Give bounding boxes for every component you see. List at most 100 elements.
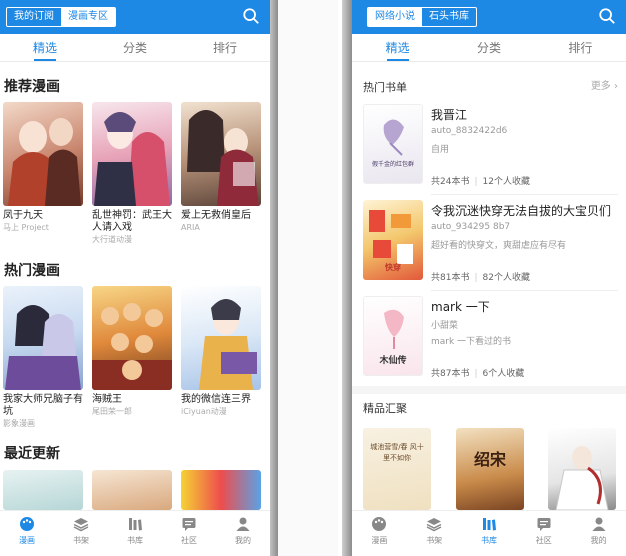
nav-label: 我的 — [590, 536, 607, 545]
cover-text: 假千金的红包群 — [371, 161, 414, 168]
booklist-user: 小甜菜 — [431, 321, 459, 331]
nav-bookshelf[interactable]: 书架 — [54, 511, 108, 556]
comic-title: 爱上无救俏皇后 — [181, 210, 251, 221]
booklist-desc: 超好看的快穿文，爽甜虐应有尽有 — [431, 241, 567, 251]
comic-card[interactable] — [181, 470, 261, 510]
booklist-meta: 共87本书 | 6个人收藏 — [431, 369, 525, 379]
segment-web-novels[interactable]: 网络小说 — [368, 8, 422, 26]
phone-bezel-right — [342, 0, 352, 556]
device-gap — [278, 0, 338, 556]
search-icon[interactable] — [598, 7, 616, 25]
booklist-title: 我晋江 — [431, 108, 468, 122]
cover-text: 城池营雪/春 风十里不如你 — [370, 443, 424, 462]
comic-cover — [92, 470, 172, 510]
comic-card[interactable]: 爱上无救俏皇后 ARIA — [181, 102, 261, 233]
nav-me[interactable]: 我的 — [571, 511, 626, 556]
nav-label: 书库 — [127, 536, 143, 545]
booklist-desc: mark 一下看过的书 — [431, 337, 512, 347]
comics-screen: 我的订阅 漫画专区 精选 分类 排行 推荐漫画 凤于九天 马上 Project … — [0, 0, 270, 556]
nav-label: 漫画 — [19, 536, 35, 545]
comic-author: 影象漫画 — [3, 419, 35, 428]
chat-icon — [537, 518, 551, 531]
comic-title: 海贼王 — [92, 394, 122, 405]
booklist-cover: 木仙传 — [363, 296, 423, 376]
tab-category[interactable]: 分类 — [443, 34, 534, 61]
book-count: 共87本书 — [431, 369, 470, 379]
library-icon — [482, 518, 496, 531]
booklist-cover: 快穿 — [363, 200, 423, 280]
segmented-control: 我的订阅 漫画专区 — [6, 7, 116, 27]
nav-community[interactable]: 社区 — [162, 511, 216, 556]
nav-label: 书架 — [73, 536, 89, 545]
user-icon — [592, 517, 606, 531]
booklist-title: mark 一下 — [431, 300, 490, 314]
comic-cover — [92, 286, 172, 390]
divider — [431, 194, 618, 195]
nav-community[interactable]: 社区 — [516, 511, 571, 556]
nav-comics[interactable]: 漫画 — [0, 511, 54, 556]
collection-cover[interactable]: 绍宋 — [456, 428, 524, 510]
comic-card[interactable]: 凤于九天 马上 Project — [3, 102, 83, 233]
comic-author: 尾田荣一郎 — [92, 407, 132, 416]
segment-comics-zone[interactable]: 漫画专区 — [61, 8, 115, 26]
more-link[interactable]: 更多 › — [591, 77, 618, 92]
comic-cover — [92, 102, 172, 206]
booklist-meta: 共24本书 | 12个人收藏 — [431, 177, 530, 187]
book-count: 共24本书 — [431, 177, 470, 187]
booklist-title: 令我沉迷快穿无法自拔的大宝贝们 — [431, 204, 612, 218]
search-icon[interactable] — [242, 7, 260, 25]
tab-ranking[interactable]: 排行 — [535, 34, 626, 61]
tab-featured[interactable]: 精选 — [0, 34, 90, 61]
segment-subscriptions[interactable]: 我的订阅 — [7, 8, 61, 26]
chat-icon — [182, 518, 196, 531]
user-icon — [236, 517, 250, 531]
tab-category[interactable]: 分类 — [90, 34, 180, 61]
top-bar: 我的订阅 漫画专区 — [0, 0, 270, 34]
nav-library[interactable]: 书库 — [108, 511, 162, 556]
booklist-item[interactable]: 快穿 令我沉迷快穿无法自拔的大宝贝们 auto_934295 8b7 超好看的快… — [363, 200, 618, 286]
nav-label: 漫画 — [371, 536, 388, 545]
booklist-item[interactable]: 木仙传 mark 一下 小甜菜 mark 一下看过的书 共87本书 | 6个人收藏 — [363, 296, 618, 382]
nav-comics[interactable]: 漫画 — [352, 511, 407, 556]
nav-label: 社区 — [535, 536, 552, 545]
section-title-recommended: 推荐漫画 — [4, 79, 60, 95]
comic-author: iCiyuan动漫 — [181, 407, 227, 416]
segmented-control: 网络小说 石头书库 — [367, 7, 477, 27]
section-title-collection: 精品汇聚 — [363, 402, 407, 415]
fav-count: 12个人收藏 — [482, 177, 530, 187]
comic-card[interactable]: 乱世神罚：武王大人请入戏 大行道动漫 — [92, 102, 172, 245]
comic-card[interactable]: 我家大师兄脑子有坑 影象漫画 — [3, 286, 83, 429]
comic-card[interactable] — [92, 470, 172, 510]
book-count: 共81本书 — [431, 273, 470, 283]
comic-card[interactable] — [3, 470, 83, 510]
top-bar: 网络小说 石头书库 — [352, 0, 626, 34]
booklist-user: auto_8832422d6 — [431, 126, 508, 136]
divider — [431, 290, 618, 291]
cover-text: 绍宋 — [473, 450, 506, 469]
tab-featured[interactable]: 精选 — [352, 34, 443, 61]
tab-bar: 精选 分类 排行 — [0, 34, 270, 62]
comic-cover — [181, 102, 261, 206]
collection-cover[interactable] — [548, 428, 616, 511]
comic-title: 乱世神罚：武王大人请入戏 — [92, 210, 172, 233]
comic-title: 我家大师兄脑子有坑 — [3, 394, 83, 417]
collection-cover[interactable]: 城池营雪/春 风十里不如你 — [363, 428, 431, 510]
tab-ranking[interactable]: 排行 — [180, 34, 270, 61]
booklist-desc: 自用 — [431, 145, 450, 155]
nav-me[interactable]: 我的 — [216, 511, 270, 556]
nav-label: 我的 — [235, 536, 251, 545]
booklist-item[interactable]: 假千金的红包群 我晋江 auto_8832422d6 自用 共24本书 | 12个人… — [363, 104, 618, 190]
segment-stone-library[interactable]: 石头书库 — [422, 8, 476, 26]
layers-icon — [73, 518, 89, 532]
more-label: 更多 — [590, 81, 611, 92]
palette-icon — [20, 517, 34, 531]
section-title-recent: 最近更新 — [4, 446, 60, 462]
nav-library[interactable]: 书库 — [462, 511, 517, 556]
hot-booklists-header: 热门书单 更多 › — [363, 76, 618, 94]
nav-bookshelf[interactable]: 书架 — [407, 511, 462, 556]
comic-card[interactable]: 我的微信连三界 iCiyuan动漫 — [181, 286, 261, 417]
bottom-nav: 漫画 书架 书库 社区 我的 — [0, 510, 270, 556]
comic-cover — [3, 470, 83, 510]
comic-card[interactable]: 海贼王 尾田荣一郎 — [92, 286, 172, 417]
booklist-user: auto_934295 8b7 — [431, 222, 511, 232]
